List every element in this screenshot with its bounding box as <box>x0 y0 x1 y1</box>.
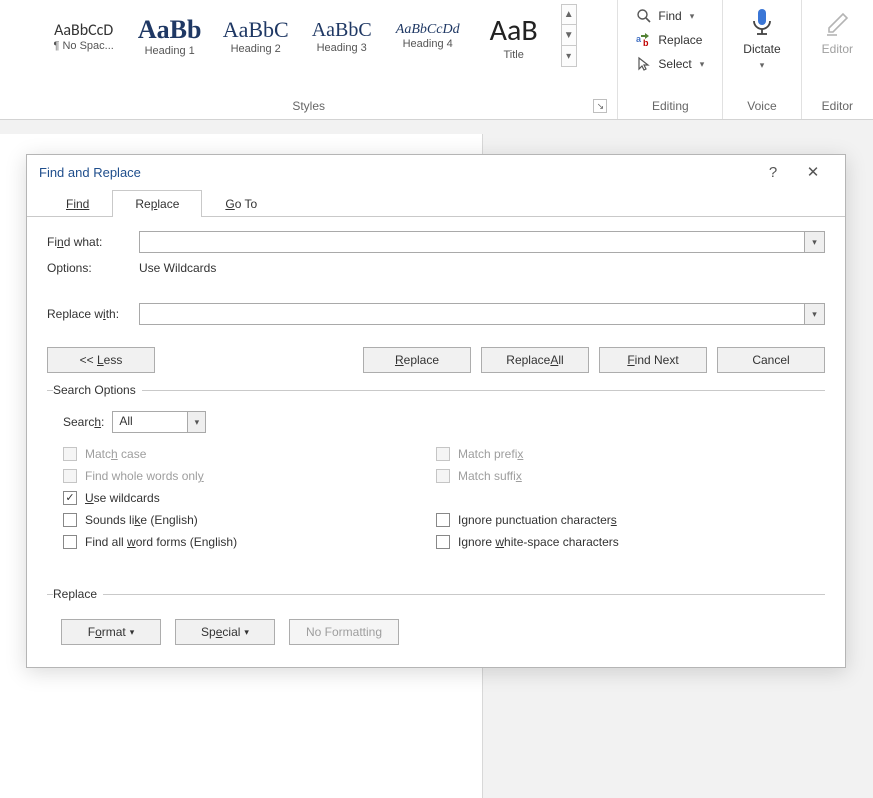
replace-section: Replace Format ▾ Special ▾ No Formatting <box>47 587 825 649</box>
no-formatting-button: No Formatting <box>289 619 399 645</box>
gallery-scroll-up[interactable]: ▲ <box>561 4 577 25</box>
search-options-section: Search Options Search: All ▾ Match case … <box>47 383 825 553</box>
style-name: ¶ No Spac... <box>54 40 114 52</box>
style-sample: AaBbC <box>312 19 372 42</box>
styles-group-label: Styles <box>292 99 325 113</box>
dialog-tabs: Find Replace Go To <box>27 189 845 216</box>
cursor-icon <box>636 56 652 72</box>
chevron-down-icon: ▾ <box>690 11 695 22</box>
sounds-like-checkbox[interactable]: Sounds like (English) <box>63 513 436 527</box>
use-wildcards-checkbox[interactable]: ✓Use wildcards <box>63 491 436 505</box>
style-tile-3[interactable]: AaBbCHeading 3 <box>299 4 385 68</box>
style-name: Heading 4 <box>403 38 453 50</box>
dialog-titlebar: Find and Replace ? ✕ <box>27 155 845 189</box>
dialog-title: Find and Replace <box>39 165 141 180</box>
styles-gallery-scroll: ▲ ▼ ▾ <box>561 4 577 67</box>
options-label: Options: <box>47 261 139 275</box>
gallery-more[interactable]: ▾ <box>561 46 577 67</box>
ribbon-group-editing: Find ▾ ab Replace Select ▾ Editing <box>617 0 722 119</box>
replace-all-button[interactable]: Replace All <box>481 347 589 373</box>
style-sample: AaBb <box>138 15 202 45</box>
style-tile-2[interactable]: AaBbCHeading 2 <box>213 4 299 68</box>
dictate-label: Dictate <box>743 42 780 56</box>
find-button[interactable]: Find ▾ <box>632 6 698 26</box>
style-tile-1[interactable]: AaBbHeading 1 <box>127 4 213 68</box>
chevron-down-icon: ▾ <box>760 60 765 71</box>
editor-group-label: Editor <box>822 99 853 113</box>
style-name: Title <box>504 49 524 61</box>
style-tile-4[interactable]: AaBbCcDdHeading 4 <box>385 4 471 68</box>
style-sample: AaBbCcDd <box>396 22 460 38</box>
tab-replace[interactable]: Replace <box>112 190 202 217</box>
search-options-legend: Search Options <box>53 383 142 397</box>
pen-icon <box>823 6 851 38</box>
find-what-input[interactable] <box>139 231 805 253</box>
match-case-checkbox: Match case <box>63 447 436 461</box>
search-direction-label: Search: <box>63 415 104 429</box>
styles-gallery: AaBbCcD¶ No Spac...AaBbHeading 1AaBbCHea… <box>41 0 577 68</box>
find-what-dropdown[interactable]: ▾ <box>805 231 825 253</box>
match-suffix-checkbox: Match suffix <box>436 469 809 483</box>
replace-label: Replace <box>658 33 702 47</box>
dictate-button[interactable]: Dictate ▾ <box>729 0 794 71</box>
ribbon-group-voice: Dictate ▾ Voice <box>722 0 800 119</box>
style-name: Heading 1 <box>145 45 195 57</box>
replace-icon: ab <box>636 32 652 48</box>
chevron-down-icon: ▾ <box>188 411 206 433</box>
less-button[interactable]: << Less <box>47 347 155 373</box>
editor-label: Editor <box>822 42 853 56</box>
find-replace-dialog: Find and Replace ? ✕ Find Replace Go To … <box>26 154 846 668</box>
replace-legend: Replace <box>53 587 103 601</box>
tab-find-label: Find <box>66 197 89 211</box>
cancel-button[interactable]: Cancel <box>717 347 825 373</box>
replace-button[interactable]: ab Replace <box>632 30 706 50</box>
special-button[interactable]: Special ▾ <box>175 619 275 645</box>
find-label: Find <box>658 9 681 23</box>
whole-words-checkbox: Find whole words only <box>63 469 436 483</box>
styles-dialog-launcher-icon[interactable]: ↘ <box>593 99 607 113</box>
ribbon-group-editor: Editor Editor <box>801 0 873 119</box>
help-button[interactable]: ? <box>753 164 793 181</box>
match-prefix-checkbox: Match prefix <box>436 447 809 461</box>
tab-goto[interactable]: Go To <box>202 190 280 217</box>
style-sample: AaBbCcD <box>54 21 113 40</box>
ignore-punct-checkbox[interactable]: Ignore punctuation characters <box>436 513 809 527</box>
svg-text:b: b <box>643 38 649 48</box>
chevron-down-icon: ▾ <box>700 59 705 70</box>
tab-find[interactable]: Find <box>43 190 112 217</box>
voice-group-label: Voice <box>747 99 776 113</box>
replace-with-input[interactable] <box>139 303 805 325</box>
style-sample: AaBbC <box>223 17 289 43</box>
options-value: Use Wildcards <box>139 261 216 275</box>
style-sample: AaB <box>490 12 538 49</box>
search-direction-select[interactable]: All ▾ <box>112 411 206 433</box>
search-direction-value: All <box>112 411 188 433</box>
style-tile-0[interactable]: AaBbCcD¶ No Spac... <box>41 4 127 68</box>
replace-with-label: Replace with: <box>47 307 139 321</box>
replace-with-dropdown[interactable]: ▾ <box>805 303 825 325</box>
search-icon <box>636 8 652 24</box>
style-name: Heading 3 <box>317 42 367 54</box>
word-forms-checkbox[interactable]: Find all word forms (English) <box>63 535 436 549</box>
style-tile-5[interactable]: AaBTitle <box>471 4 557 68</box>
find-next-button[interactable]: Find Next <box>599 347 707 373</box>
format-button[interactable]: Format ▾ <box>61 619 161 645</box>
ignore-ws-checkbox[interactable]: Ignore white-space characters <box>436 535 809 549</box>
editing-group-label: Editing <box>652 99 689 113</box>
style-name: Heading 2 <box>231 43 281 55</box>
find-what-label: Find what: <box>47 235 139 249</box>
select-button[interactable]: Select ▾ <box>632 54 708 74</box>
gallery-scroll-down[interactable]: ▼ <box>561 25 577 46</box>
ribbon-group-styles: AaBbCcD¶ No Spac...AaBbHeading 1AaBbCHea… <box>0 0 617 119</box>
close-button[interactable]: ✕ <box>793 163 833 181</box>
ribbon: AaBbCcD¶ No Spac...AaBbHeading 1AaBbCHea… <box>0 0 873 120</box>
replace-button-dlg[interactable]: Replace <box>363 347 471 373</box>
microphone-icon <box>748 6 776 38</box>
select-label: Select <box>658 57 691 71</box>
editor-button[interactable]: Editor <box>808 0 867 56</box>
